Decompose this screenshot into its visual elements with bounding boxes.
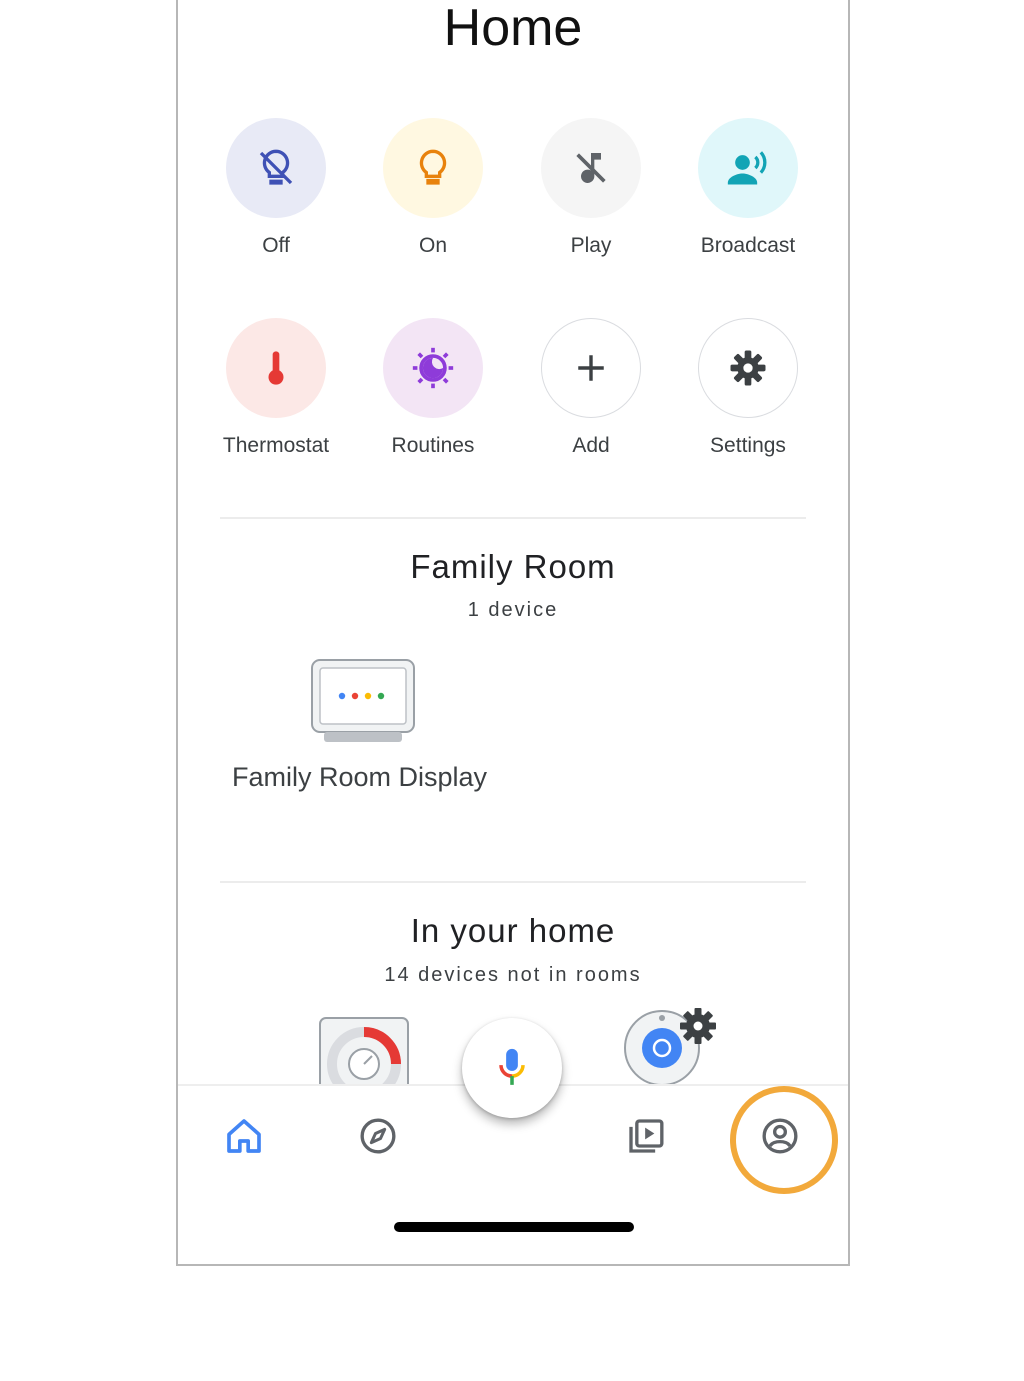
- divider: [220, 881, 806, 883]
- play-circle[interactable]: [541, 118, 641, 218]
- plus-icon: [578, 355, 604, 381]
- home-device-count: 14 devices not in rooms: [384, 964, 642, 986]
- action-label: Broadcast: [700, 234, 796, 257]
- nav-home[interactable]: [214, 1106, 274, 1166]
- room-device-count: 1 device: [467, 599, 559, 621]
- action-label: Routines: [391, 434, 475, 457]
- account-highlight-ring: [730, 1086, 838, 1194]
- action-broadcast[interactable]: Broadcast: [668, 118, 828, 258]
- action-label: Add: [572, 434, 610, 457]
- music-off-icon: [576, 153, 606, 183]
- routines-circle[interactable]: [383, 318, 483, 418]
- action-routines[interactable]: Routines: [353, 318, 513, 458]
- action-on[interactable]: On: [353, 118, 513, 258]
- divider: [220, 517, 806, 519]
- action-label: Thermostat: [222, 434, 330, 457]
- light-off-icon: [259, 149, 293, 185]
- nav-media[interactable]: [616, 1106, 676, 1166]
- thermostat-device-icon[interactable]: [318, 1016, 410, 1086]
- smart-display-icon[interactable]: [310, 658, 416, 744]
- room-title: Family Room: [410, 548, 616, 585]
- phone-screen: Home Off On Play Broadcast Thermostat Ro…: [176, 0, 850, 1266]
- action-off[interactable]: Off: [196, 118, 356, 258]
- settings-circle[interactable]: [698, 318, 798, 418]
- device-name[interactable]: Family Room Display: [232, 762, 487, 793]
- media-icon: [629, 1119, 664, 1153]
- camera-device-icon[interactable]: [622, 1004, 722, 1086]
- action-play[interactable]: Play: [511, 118, 671, 258]
- home-icon: [227, 1119, 261, 1153]
- routines-icon: [412, 347, 454, 389]
- action-label: On: [418, 234, 447, 257]
- action-label: Play: [570, 234, 612, 257]
- mic-icon: [499, 1048, 525, 1085]
- thermometer-icon: [268, 351, 284, 385]
- on-circle[interactable]: [383, 118, 483, 218]
- thermostat-circle[interactable]: [226, 318, 326, 418]
- lightbulb-icon: [419, 149, 447, 185]
- action-settings[interactable]: Settings: [668, 318, 828, 458]
- mic-button[interactable]: [462, 1018, 562, 1118]
- page-title: Home: [443, 0, 583, 57]
- explore-icon: [360, 1118, 396, 1154]
- action-thermostat[interactable]: Thermostat: [196, 318, 356, 458]
- home-indicator-bar: [394, 1222, 634, 1232]
- add-circle[interactable]: [541, 318, 641, 418]
- action-add[interactable]: Add: [511, 318, 671, 458]
- broadcast-circle[interactable]: [698, 118, 798, 218]
- action-label: Settings: [710, 434, 786, 457]
- action-label: Off: [262, 234, 290, 257]
- gear-icon: [730, 350, 766, 386]
- home-section-title: In your home: [410, 912, 616, 949]
- broadcast-icon: [727, 151, 767, 185]
- nav-discover[interactable]: [348, 1106, 408, 1166]
- off-circle[interactable]: [226, 118, 326, 218]
